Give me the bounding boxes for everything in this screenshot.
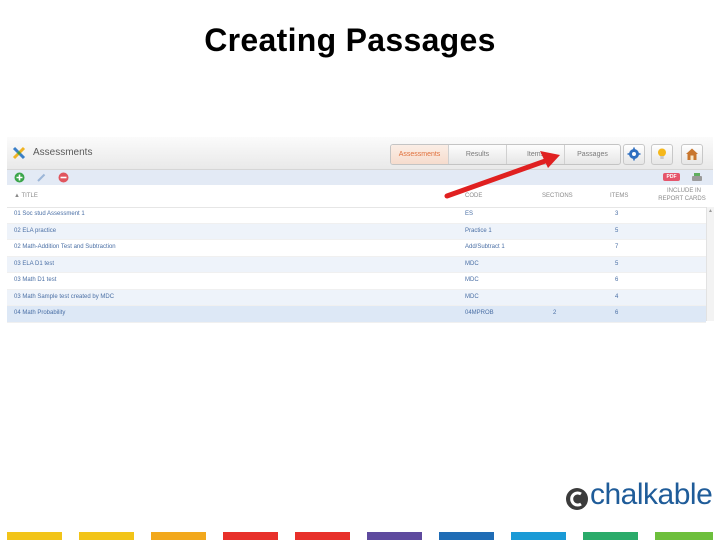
row-title[interactable]: 04 Math Probability <box>14 310 65 316</box>
column-items[interactable]: ITEMS <box>610 193 628 199</box>
column-sections[interactable]: SECTIONS <box>542 193 573 199</box>
tab-results[interactable]: Results <box>449 145 507 164</box>
footer-bar <box>79 532 134 540</box>
row-items: 6 <box>615 277 619 283</box>
table-row[interactable]: 04 Math Probability 04MPROB 2 6 <box>7 306 706 323</box>
lightbulb-icon <box>658 148 666 159</box>
tab-passages[interactable]: Passages <box>565 145 620 164</box>
column-report-cards-line2[interactable]: REPORT CARDS <box>654 196 710 202</box>
app-title: Assessments <box>33 147 93 158</box>
row-title[interactable]: 03 ELA D1 test <box>14 261 54 267</box>
main-tabs: Assessments Results Items Passages <box>390 144 621 165</box>
footer-bar <box>511 532 566 540</box>
assessment-list: 01 Soc stud Assessment 1 ES 3 02 ELA pra… <box>7 207 706 323</box>
table-header: ▲ TITLE CODE SECTIONS ITEMS INCLUDE IN R… <box>7 185 713 208</box>
pdf-button[interactable]: PDF <box>663 173 680 181</box>
toolbar: PDF <box>7 170 713 185</box>
settings-icon <box>627 147 641 161</box>
delete-icon[interactable] <box>58 172 69 183</box>
row-items: 4 <box>615 293 619 300</box>
table-row[interactable]: 03 ELA D1 test MDC 5 <box>7 256 706 273</box>
row-code: Add/Subtract 1 <box>465 244 505 250</box>
footer-bar <box>295 532 350 540</box>
slide-title: Creating Passages <box>204 22 496 58</box>
footer-bar <box>151 532 206 540</box>
app-header: Assessments Assessments Results Items Pa… <box>7 137 713 170</box>
tab-assessments[interactable]: Assessments <box>391 145 449 164</box>
help-button[interactable] <box>651 144 673 165</box>
brand-logo: chalkable <box>563 478 713 516</box>
print-icon[interactable] <box>691 172 703 183</box>
assessments-app-window: Assessments Assessments Results Items Pa… <box>7 137 714 323</box>
row-code: MDC <box>465 277 479 283</box>
scroll-up-icon[interactable]: ▲ <box>708 208 713 214</box>
table-row[interactable]: 02 ELA practice Practice 1 5 <box>7 223 706 240</box>
tab-items[interactable]: Items <box>507 145 565 164</box>
row-title[interactable]: 01 Soc stud Assessment 1 <box>14 211 85 217</box>
settings-button[interactable] <box>623 144 645 165</box>
footer-bar <box>655 532 713 540</box>
row-items: 7 <box>615 244 619 250</box>
edit-icon[interactable] <box>36 172 47 183</box>
table-row[interactable]: 03 Math Sample test created by MDC MDC 4 <box>7 289 706 306</box>
row-title[interactable]: 03 Math Sample test created by MDC <box>14 294 114 300</box>
row-items: 3 <box>615 211 619 217</box>
footer-bar <box>583 532 638 540</box>
scrollbar[interactable]: ▲ <box>706 207 714 321</box>
assessments-logo-icon <box>12 146 26 160</box>
row-code: ES <box>465 211 474 217</box>
row-title[interactable]: 03 Math D1 test <box>14 277 56 283</box>
column-code[interactable]: CODE <box>465 193 482 199</box>
footer-bar <box>7 532 62 540</box>
row-items: 5 <box>615 227 619 234</box>
row-items: 6 <box>615 310 619 316</box>
row-title[interactable]: 02 Math-Addition Test and Subtraction <box>14 244 116 250</box>
row-items: 5 <box>615 260 619 267</box>
row-code: MDC <box>465 260 479 267</box>
row-code: MDC <box>465 293 479 300</box>
table-row[interactable]: 03 Math D1 test MDC 6 <box>7 273 706 290</box>
footer-bar <box>223 532 278 540</box>
column-title[interactable]: ▲ TITLE <box>14 193 38 199</box>
brand-name: chalkable <box>590 478 713 511</box>
home-button[interactable] <box>681 144 703 165</box>
row-sections: 2 <box>553 310 557 316</box>
footer-color-bars <box>0 532 720 540</box>
column-report-cards-line1[interactable]: INCLUDE IN <box>660 188 708 194</box>
row-code: Practice 1 <box>465 227 492 234</box>
footer-bar <box>439 532 494 540</box>
footer-bar <box>367 532 422 540</box>
table-row[interactable]: 02 Math-Addition Test and Subtraction Ad… <box>7 240 706 257</box>
row-code: 04MPROB <box>465 310 494 316</box>
home-icon <box>686 148 698 160</box>
row-title[interactable]: 02 ELA practice <box>14 228 56 234</box>
table-row[interactable]: 01 Soc stud Assessment 1 ES 3 <box>7 207 706 224</box>
add-icon[interactable] <box>14 172 25 183</box>
chalkable-logo-icon <box>566 488 588 510</box>
